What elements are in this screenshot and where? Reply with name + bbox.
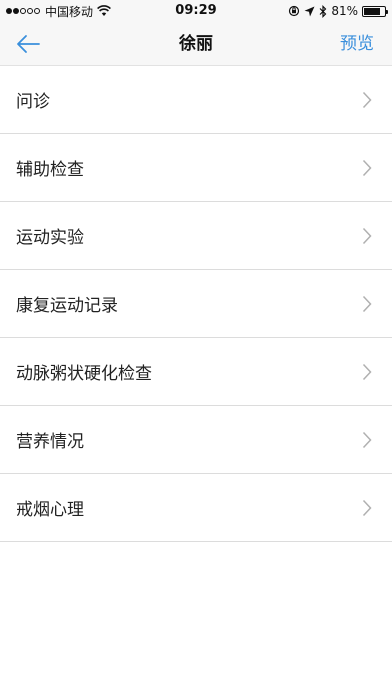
status-bar: 中国移动 09:29 81% [0,0,392,22]
list-item-rehab-exercise-record[interactable]: 康复运动记录 [0,270,392,338]
page-title: 徐丽 [179,34,213,54]
battery-level [364,7,381,15]
list-item-nutrition[interactable]: 营养情况 [0,406,392,474]
chevron-right-icon [362,499,372,516]
list-item-label: 问诊 [16,92,50,112]
back-arrow-icon [17,35,40,53]
status-right: 81% [284,0,388,22]
list-item-auxiliary-exam[interactable]: 辅助检查 [0,134,392,202]
list-item-label: 戒烟心理 [16,500,84,520]
list-item-label: 运动实验 [16,228,84,248]
list-item-label: 康复运动记录 [16,296,118,316]
list-item-smoking-cessation[interactable]: 戒烟心理 [0,474,392,542]
chevron-right-icon [362,431,372,448]
preview-button[interactable]: 预览 [340,22,374,66]
menu-list: 问诊 辅助检查 运动实验 康复运动记录 动脉粥状硬化检查 营养情况 戒烟心理 [0,66,392,542]
battery-percent: 81% [331,4,358,18]
chevron-right-icon [362,295,372,312]
list-item-label: 营养情况 [16,432,84,452]
list-item-exercise-test[interactable]: 运动实验 [0,202,392,270]
list-item-label: 动脉粥状硬化检查 [16,364,152,384]
location-icon [304,6,315,16]
battery-icon [362,5,388,17]
list-item-label: 辅助检查 [16,160,84,180]
list-item-atherosclerosis-exam[interactable]: 动脉粥状硬化检查 [0,338,392,406]
chevron-right-icon [362,363,372,380]
orientation-lock-icon [289,5,300,17]
bluetooth-icon [319,4,327,18]
chevron-right-icon [362,91,372,108]
list-item-consultation[interactable]: 问诊 [0,66,392,134]
chevron-right-icon [362,159,372,176]
navigation-bar: 徐丽 预览 [0,22,392,66]
chevron-right-icon [362,227,372,244]
back-button[interactable] [12,30,44,58]
